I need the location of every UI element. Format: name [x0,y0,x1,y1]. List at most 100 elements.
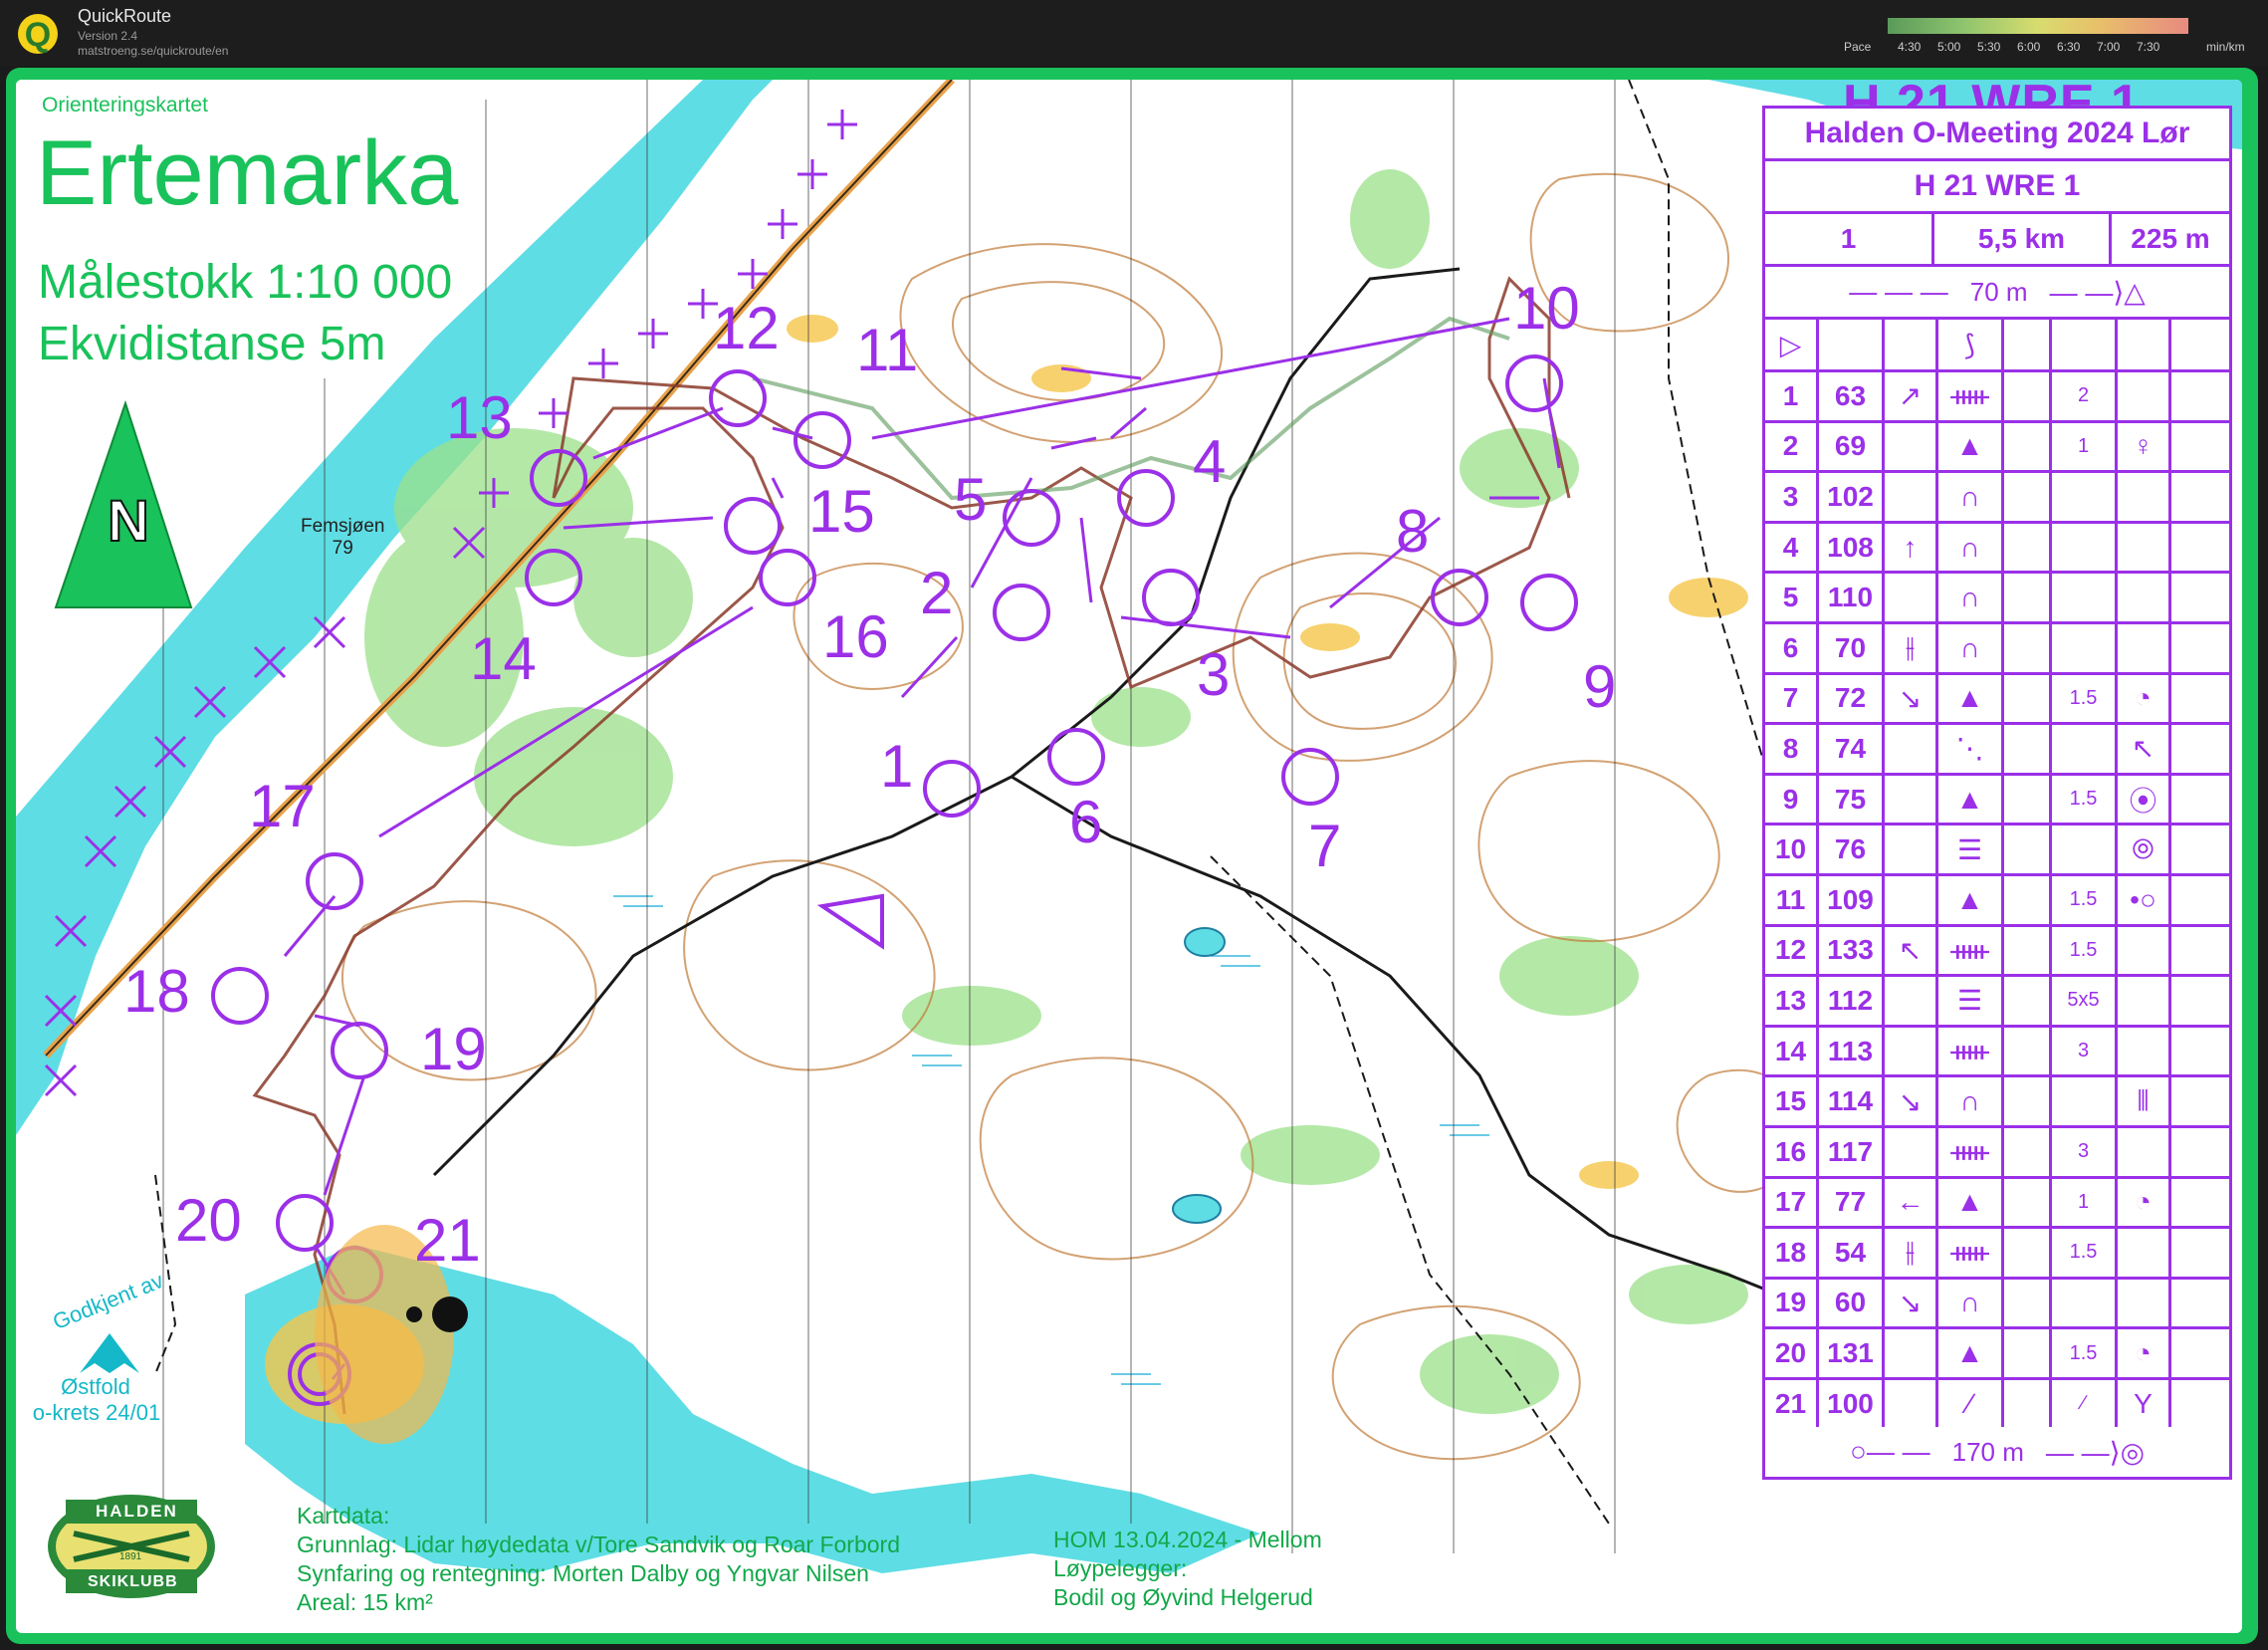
desc-start-marked: 70 m [1969,276,2028,307]
desc-appearance-cell [2004,674,2052,723]
pace-color-scale[interactable] [1888,18,2188,34]
desc-dimension: 5x5 [2052,977,2118,1025]
control-circle-10 [1505,354,1563,412]
desc-start-row: ▷ ⟆ [1765,320,2229,372]
desc-climb: 225 m [2131,223,2210,254]
desc-control-code: 77 [1819,1178,1885,1227]
desc-feature-icon: ∕ [1938,1379,2004,1428]
desc-empty-cell [1819,320,1885,369]
desc-control-row: 6 70 ⫲ ∩ [1765,623,2229,675]
desc-other-cell [2171,776,2223,824]
desc-direction-icon [1885,1127,1938,1176]
desc-direction-icon: ↑ [1885,523,1938,572]
desc-control-rows: 1 63 ↗ ᚔ 2 2 69 ▲ 1 ♀ 3 102 ∩ 4 108 ↑ ∩ 5 110 ∩ 6 70 ⫲ ∩ 7 72 ↘ ▲ 1.… [1765,372,2229,1428]
course-setter-label: Løypelegger: [1053,1555,1188,1581]
desc-control-seq: 5 [1765,574,1819,621]
desc-control-code: 76 [1819,825,1885,873]
desc-other-cell [2171,675,2223,723]
desc-feature-icon: ᚔ [1938,372,2004,420]
control-circle-3 [1142,569,1200,626]
desc-feature-icon: ▲ [1938,775,2004,824]
desc-control-seq: 18 [1765,1229,1819,1277]
desc-dimension [2052,574,2118,621]
desc-control-code: 60 [1819,1279,1885,1327]
desc-appearance-cell [2004,1077,2052,1125]
desc-control-seq: 12 [1765,926,1819,975]
finish-circle-icon: — —⟩◎ [2045,1436,2146,1468]
desc-feature-icon: ᚔ [1938,1229,2004,1277]
desc-control-row: 17 77 ← ▲ 1 ◔ [1765,1178,2229,1230]
desc-control-row: 9 75 ▲ 1.5 ⦿ [1765,775,2229,826]
desc-feature-icon: ᚔ [1938,1027,2004,1075]
desc-other-cell [2171,1229,2223,1277]
control-number-5: 5 [954,466,988,533]
control-number-10: 10 [1513,275,1580,342]
desc-location-icon: ⫴ [2118,1077,2171,1125]
desc-appearance-cell [2004,473,2052,521]
pace-tick: 6:00 [2017,40,2041,54]
control-number-18: 18 [123,958,190,1025]
desc-control-code: 110 [1819,574,1885,621]
pace-tick: 4:30 [1898,40,1922,54]
desc-dimension: 1.5 [2052,674,2118,723]
desc-direction-icon: ⫲ [1885,623,1938,672]
desc-dimension: 1.5 [2052,875,2118,924]
desc-other-cell [2171,372,2223,420]
approval-text: Godkjent av [49,1267,167,1335]
desc-direction-icon [1885,875,1938,924]
desc-other-cell [2171,524,2223,572]
credits-line: Areal: 15 km² [297,1589,433,1615]
desc-control-row: 19 60 ↘ ∩ [1765,1279,2229,1330]
desc-feature-icon: ⋱ [1938,725,2004,773]
pace-tick: 6:30 [2057,40,2081,54]
desc-control-seq: 8 [1765,725,1819,773]
lake-height: 79 [332,538,353,559]
control-number-7: 7 [1308,813,1342,879]
desc-dimension [2052,623,2118,672]
desc-location-icon [2118,473,2171,521]
desc-control-code: 113 [1819,1027,1885,1075]
desc-feature-icon: ▲ [1938,875,2004,924]
app-url[interactable]: matstroeng.se/quickroute/en [78,44,228,58]
desc-appearance-cell [2004,1229,2052,1277]
desc-feature-icon: ∩ [1938,574,2004,621]
desc-event-name: Halden O-Meeting 2024 Lør [1804,117,2190,149]
desc-dimension: 1.5 [2052,775,2118,824]
desc-dimension: 1 [2052,1178,2118,1227]
control-circle-17 [306,852,363,910]
desc-direction-icon [1885,1379,1938,1428]
desc-start-marked-row: — — — 70 m — —⟩△ [1765,267,2229,320]
desc-control-seq: 14 [1765,1027,1819,1075]
credits-heading: Kartdata: [297,1503,390,1529]
control-number-20: 20 [175,1187,242,1254]
desc-appearance-cell [2004,574,2052,621]
control-number-12: 12 [713,295,780,361]
desc-appearance-cell [2004,1178,2052,1227]
desc-control-row: 5 110 ∩ [1765,574,2229,624]
desc-control-code: 75 [1819,775,1885,824]
desc-empty-cell [2004,320,2052,369]
map-club-name: Orienteringskartet [42,94,208,117]
control-number-16: 16 [822,603,889,670]
desc-empty-cell [1885,320,1938,369]
desc-dimension: 1.5 [2052,1329,2118,1377]
desc-direction-icon: ↘ [1885,1279,1938,1327]
desc-control-seq: 20 [1765,1329,1819,1377]
desc-direction-icon [1885,725,1938,773]
desc-finish-marked: 170 m [1951,1436,2024,1467]
control-number-14: 14 [470,625,537,692]
desc-location-icon: ♀ [2118,422,2171,471]
desc-location-icon [2118,1229,2171,1277]
desc-direction-icon [1885,1027,1938,1075]
desc-control-code: 108 [1819,523,1885,572]
control-number-17: 17 [249,773,316,839]
desc-other-cell [2171,1179,2223,1227]
desc-class-row: H 21 WRE 1 [1765,161,2229,214]
control-description-sheet: Halden O-Meeting 2024 Lør H 21 WRE 1 1 5… [1762,106,2232,1481]
desc-control-seq: 10 [1765,825,1819,873]
desc-direction-icon [1885,473,1938,521]
desc-control-code: 117 [1819,1127,1885,1176]
control-number-13: 13 [446,384,513,451]
desc-finish-row: ○— — 170 m — —⟩◎ [1765,1427,2229,1477]
desc-location-icon [2118,623,2171,672]
